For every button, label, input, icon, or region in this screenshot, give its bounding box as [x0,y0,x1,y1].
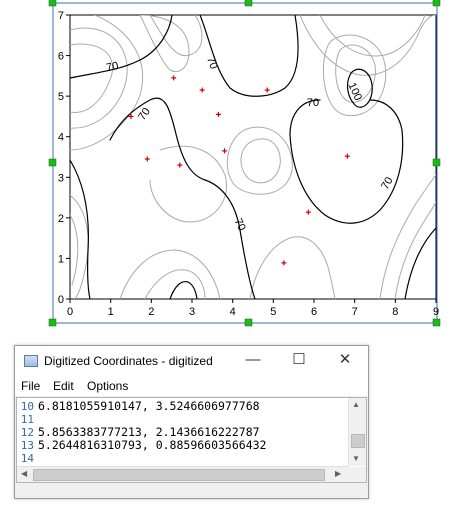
y-tick-label: 3 [58,172,64,184]
scrollbar-corner [349,467,366,482]
menu-options[interactable]: Options [87,379,128,393]
scroll-right-arrow-icon[interactable]: ▶ [335,469,341,478]
code-line[interactable]: 5.2644816310793, 0.88596603566432 [38,439,266,452]
x-tick-label: 5 [270,306,276,318]
resize-handle-top[interactable] [244,0,253,7]
maximize-button[interactable]: ☐ [276,346,322,376]
y-tick-label: 6 [58,51,64,63]
x-tick-label: 8 [392,306,398,318]
resize-handle-top-right[interactable] [432,0,441,7]
code-line[interactable]: 6.8181055910147, 3.5246606977768 [38,400,260,413]
resize-handle-bottom[interactable] [244,318,253,327]
line-number: 10 [20,400,34,413]
y-tick-label: 5 [58,91,64,103]
contour-label: 70 [105,60,119,74]
resize-handle-top-left[interactable] [48,0,57,7]
x-tick-label: 4 [230,306,236,318]
scroll-down-arrow-icon[interactable]: ▼ [352,454,360,463]
y-tick-label: 2 [58,213,64,225]
line-number: 14 [20,452,34,465]
app-icon [24,355,38,367]
window-title: Digitized Coordinates - digitized [44,354,213,368]
close-button[interactable]: ✕ [322,346,368,376]
horizontal-scroll-thumb[interactable] [33,469,325,481]
x-tick-label: 9 [433,306,439,318]
x-tick-label: 6 [311,306,317,318]
menu-bar: File Edit Options [15,376,368,396]
resize-handle-bottom-left[interactable] [48,318,57,327]
vertical-scrollbar[interactable]: ▲ ▼ [348,398,366,466]
line-number: 12 [20,426,34,439]
scroll-left-arrow-icon[interactable]: ◀ [21,469,27,478]
scroll-up-arrow-icon[interactable]: ▲ [352,400,360,409]
x-tick-label: 7 [352,306,358,318]
y-tick-label: 1 [58,253,64,265]
digitized-coordinates-window[interactable]: Digitized Coordinates - digitized — ☐ ✕ … [14,345,369,499]
x-tick-label: 2 [148,306,154,318]
line-number: 11 [20,413,34,426]
contour-label: 70 [307,97,319,109]
plot-area [69,14,437,300]
coordinates-text-editor[interactable]: 10 11 12 13 14 6.8181055910147, 3.524660… [16,397,367,483]
vertical-scroll-thumb[interactable] [351,434,365,448]
line-number: 13 [20,439,34,452]
menu-file[interactable]: File [21,379,40,393]
contour-plot[interactable]: 70 70 70 70 70 100 70 0 1 2 3 4 5 6 7 8 901234567 [0,0,450,330]
y-tick-label: 7 [58,10,64,22]
resize-handle-right[interactable] [432,158,441,167]
resize-handle-left[interactable] [48,158,57,167]
x-tick-label: 1 [108,306,114,318]
horizontal-scrollbar[interactable]: ◀ ▶ [17,466,349,482]
y-tick-label: 0 [58,294,64,306]
minimize-button[interactable]: — [230,346,276,376]
title-bar[interactable]: Digitized Coordinates - digitized — ☐ ✕ [15,346,368,376]
x-tick-label: 3 [189,306,195,318]
resize-handle-bottom-right[interactable] [432,318,441,327]
menu-edit[interactable]: Edit [53,379,74,393]
y-tick-label: 4 [58,132,64,144]
x-tick-label: 0 [67,306,73,318]
